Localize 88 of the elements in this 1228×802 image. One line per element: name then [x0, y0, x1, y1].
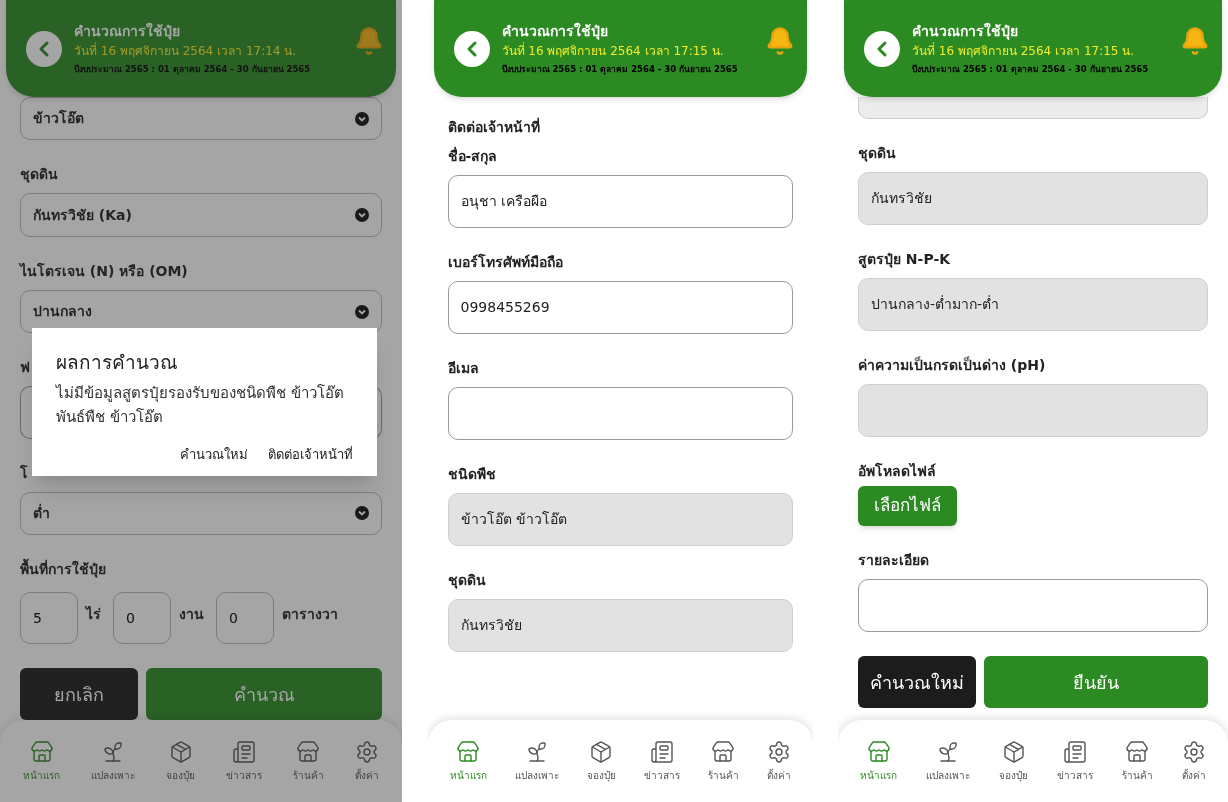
- store-icon: [29, 739, 54, 764]
- dropdown-icon: [355, 304, 369, 319]
- field-label: ชุดดิน: [20, 165, 58, 185]
- field-label: เบอร์โทรศัพท์มือถือ: [447, 252, 563, 272]
- field-label: สูตรปุ๋ย N-P-K: [858, 250, 951, 270]
- area-input[interactable]: 0: [216, 592, 274, 645]
- field-label: ชุดดิน: [858, 144, 896, 164]
- unit-label: งาน: [179, 605, 204, 625]
- secondary-button[interactable]: คำนวณใหม่: [858, 656, 976, 708]
- primary-button[interactable]: ยืนยัน: [984, 656, 1208, 708]
- bell-icon[interactable]: [1180, 25, 1210, 56]
- nav-tab[interactable]: จองปุ๋ย: [999, 739, 1029, 783]
- nav-tab[interactable]: ร้านค้า: [707, 739, 739, 783]
- nav-tab[interactable]: แปลงเพาะ: [514, 739, 559, 783]
- section-heading: ติดต่อเจ้าหน้าที่: [447, 117, 541, 137]
- nav-tab[interactable]: แปลงเพาะ: [926, 739, 971, 783]
- back-button[interactable]: [864, 30, 900, 67]
- dialog-message: ไม่มีข้อมูลสูตรปุ๋ยรองรับของชนิดพืช ข้าวโอ๊ต พันธ์พืช ข้าวโอ๊ต: [56, 382, 345, 428]
- select-field[interactable]: ต่ำ: [20, 491, 382, 536]
- gear-icon: [766, 739, 791, 764]
- header-date: วันที่ 16 พฤศจิกายน 2564 เวลา 17:15 น.: [501, 41, 724, 60]
- newspaper-icon: [649, 739, 674, 764]
- store-icon: [296, 739, 321, 764]
- budget-year-text: ปีงบประมาณ 2565 : 01 ตุลาคม 2564 - 30 กันยายน 2565: [74, 62, 311, 77]
- select-field[interactable]: ปานกลาง: [20, 289, 382, 334]
- nav-tab[interactable]: ร้านค้า: [1121, 739, 1153, 783]
- input-field[interactable]: 0998455269: [447, 281, 793, 334]
- store-icon: [711, 739, 735, 764]
- package-icon: [168, 739, 193, 764]
- field-label: ชุดดิน: [447, 571, 486, 591]
- field-label: อีเมล: [447, 359, 479, 378]
- dropdown-icon: [355, 506, 369, 521]
- select-field[interactable]: ข้าวโอ๊ต: [20, 97, 382, 141]
- package-icon: [589, 739, 613, 764]
- nav-tab[interactable]: จองปุ๋ย: [166, 739, 196, 783]
- budget-year-text: ปีงบประมาณ 2565 : 01 ตุลาคม 2564 - 30 กันยายน 2565: [501, 62, 738, 77]
- nav-tab[interactable]: ตั้งค่า: [354, 739, 379, 783]
- header-title: คำนวณการใช้ปุ๋ย: [74, 21, 181, 41]
- field-label: โ: [20, 463, 28, 483]
- store-icon: [456, 739, 480, 764]
- nav-tab[interactable]: ข่าวสาร: [1056, 739, 1093, 783]
- secondary-button[interactable]: ยกเลิก: [20, 668, 138, 720]
- unit-label: ไร่: [86, 605, 101, 625]
- back-button[interactable]: [453, 30, 490, 67]
- nav-tab[interactable]: ข่าวสาร: [225, 739, 262, 783]
- nav-tab[interactable]: หน้าแรก: [860, 739, 898, 783]
- area-input[interactable]: 5: [20, 592, 78, 645]
- newspaper-icon: [231, 739, 256, 764]
- header-date: วันที่ 16 พฤศจิกายน 2564 เวลา 17:14 น.: [74, 41, 297, 60]
- budget-year-text: ปีงบประมาณ 2565 : 01 ตุลาคม 2564 - 30 กันยายน 2565: [912, 62, 1149, 77]
- nav-tab[interactable]: จองปุ๋ย: [586, 739, 616, 783]
- header-date: วันที่ 16 พฤศจิกายน 2564 เวลา 17:15 น.: [912, 41, 1135, 60]
- package-icon: [1001, 739, 1026, 764]
- field-label: อัพโหลดไฟล์: [858, 461, 936, 481]
- choose-file-button[interactable]: เลือกไฟล์: [858, 486, 957, 526]
- field-label: รายละเอียด: [858, 551, 929, 570]
- area-input[interactable]: 0: [113, 592, 171, 645]
- bell-icon[interactable]: [354, 25, 384, 56]
- dropdown-icon: [355, 208, 369, 223]
- select-field[interactable]: กันทรวิชัย (Ka): [20, 193, 382, 237]
- store-icon: [866, 739, 891, 764]
- dialog-action-button[interactable]: คำนวณใหม่: [180, 444, 248, 464]
- header-title: คำนวณการใช้ปุ๋ย: [501, 21, 609, 41]
- dialog-action-button[interactable]: ติดต่อเจ้าหน้าที่: [268, 444, 353, 464]
- field-label: ชนิดพืช: [447, 465, 496, 484]
- nav-tab[interactable]: ร้านค้า: [292, 739, 324, 783]
- nav-tab[interactable]: ตั้งค่า: [1181, 739, 1206, 783]
- field-label: ฟ: [20, 358, 30, 378]
- store-icon: [1125, 739, 1150, 764]
- newspaper-icon: [1062, 739, 1087, 764]
- field-label: ชื่อ-สกุล: [447, 146, 498, 167]
- unit-label: ตารางวา: [282, 605, 338, 625]
- header-title: คำนวณการใช้ปุ๋ย: [912, 21, 1019, 41]
- field-label: พื้นที่การใช้ปุ๋ย: [20, 559, 106, 581]
- nav-tab[interactable]: ตั้งค่า: [766, 739, 791, 783]
- nav-tab[interactable]: หน้าแรก: [449, 739, 487, 783]
- input-field[interactable]: [858, 579, 1208, 632]
- field-label: ไนโตรเจน (N) หรือ (OM): [20, 261, 188, 281]
- input-field[interactable]: อนุชา เครือผือ: [447, 175, 793, 228]
- nav-tab[interactable]: แปลงเพาะ: [91, 739, 136, 783]
- back-button[interactable]: [26, 30, 62, 67]
- nav-tab[interactable]: ข่าวสาร: [643, 739, 680, 783]
- input-field[interactable]: [447, 387, 793, 440]
- field-label: ค่าความเป็นกรดเป็นด่าง (pH): [858, 355, 1046, 375]
- gear-icon: [1181, 739, 1206, 764]
- dropdown-icon: [355, 111, 369, 126]
- gear-icon: [354, 739, 379, 764]
- dialog-title: ผลการคำนวณ: [56, 350, 179, 375]
